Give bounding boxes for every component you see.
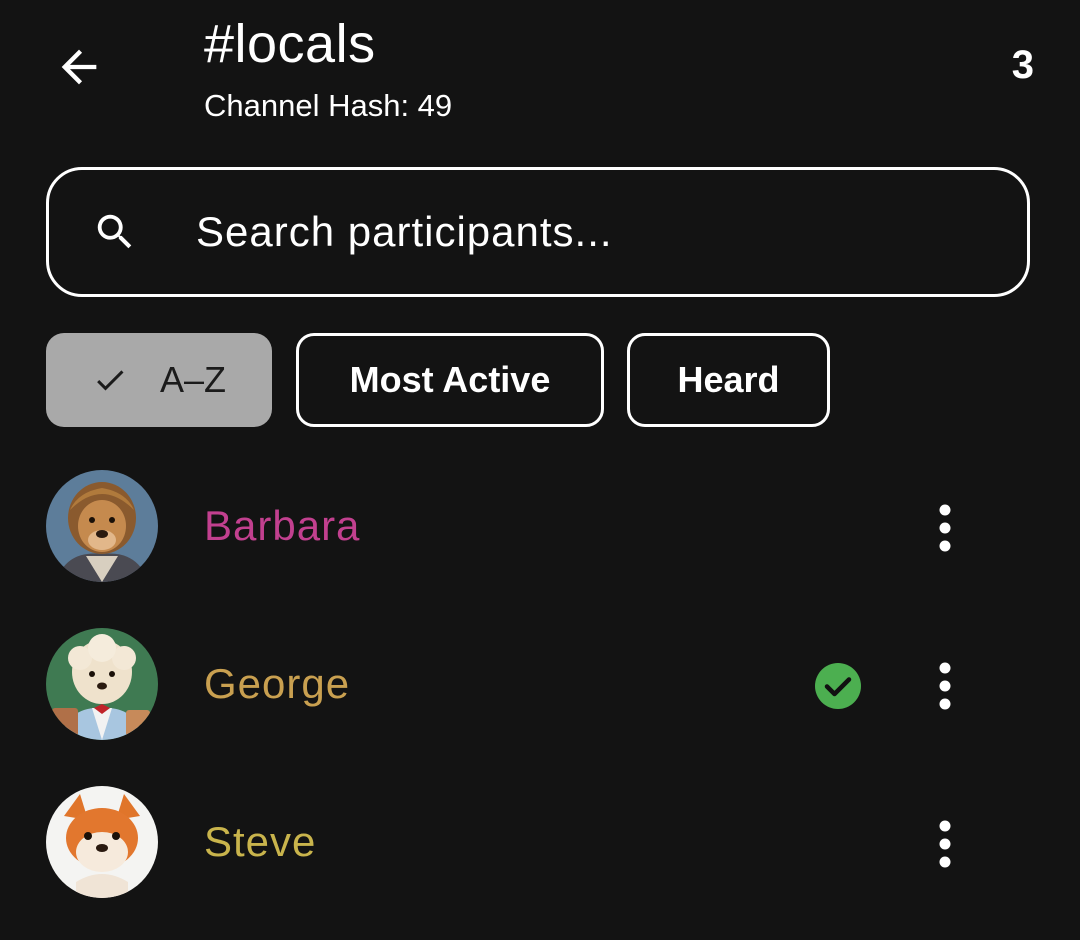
filter-chip-label: Heard xyxy=(677,359,780,400)
participant-name: George xyxy=(204,660,351,707)
search-input[interactable] xyxy=(194,207,1027,257)
more-options-button[interactable] xyxy=(922,496,968,560)
channel-hash: Channel Hash: 49 xyxy=(204,88,453,123)
check-circle-icon xyxy=(815,663,861,709)
avatar xyxy=(46,470,158,582)
search-icon xyxy=(91,208,139,256)
filter-chip-label: A–Z xyxy=(159,359,227,400)
more-vert-icon xyxy=(939,820,951,868)
arrow-left-icon xyxy=(61,49,97,85)
more-options-button[interactable] xyxy=(922,812,968,876)
more-options-button[interactable] xyxy=(922,654,968,718)
filter-chip-heard[interactable]: Heard xyxy=(627,333,830,427)
back-button[interactable] xyxy=(50,38,108,96)
participant-name: Barbara xyxy=(204,502,361,549)
avatar xyxy=(46,786,158,898)
filter-chip-label: Most Active xyxy=(349,359,551,400)
participant-name: Steve xyxy=(204,818,317,865)
more-vert-icon xyxy=(939,504,951,552)
channel-title: #locals xyxy=(204,14,376,74)
participant-count: 3 xyxy=(1011,43,1034,87)
filter-chip-most-active[interactable]: Most Active xyxy=(296,333,604,427)
more-vert-icon xyxy=(939,662,951,710)
check-icon xyxy=(92,362,128,398)
participant-row[interactable]: Barbara xyxy=(0,468,1080,588)
search-box[interactable] xyxy=(46,167,1030,297)
participants-screen: #locals Channel Hash: 49 3 A–Z Most Acti… xyxy=(0,0,1080,940)
participant-row[interactable]: Steve xyxy=(0,784,1080,904)
avatar xyxy=(46,628,158,740)
participant-row[interactable]: George xyxy=(0,626,1080,746)
filter-chip-a-z[interactable]: A–Z xyxy=(46,333,272,427)
